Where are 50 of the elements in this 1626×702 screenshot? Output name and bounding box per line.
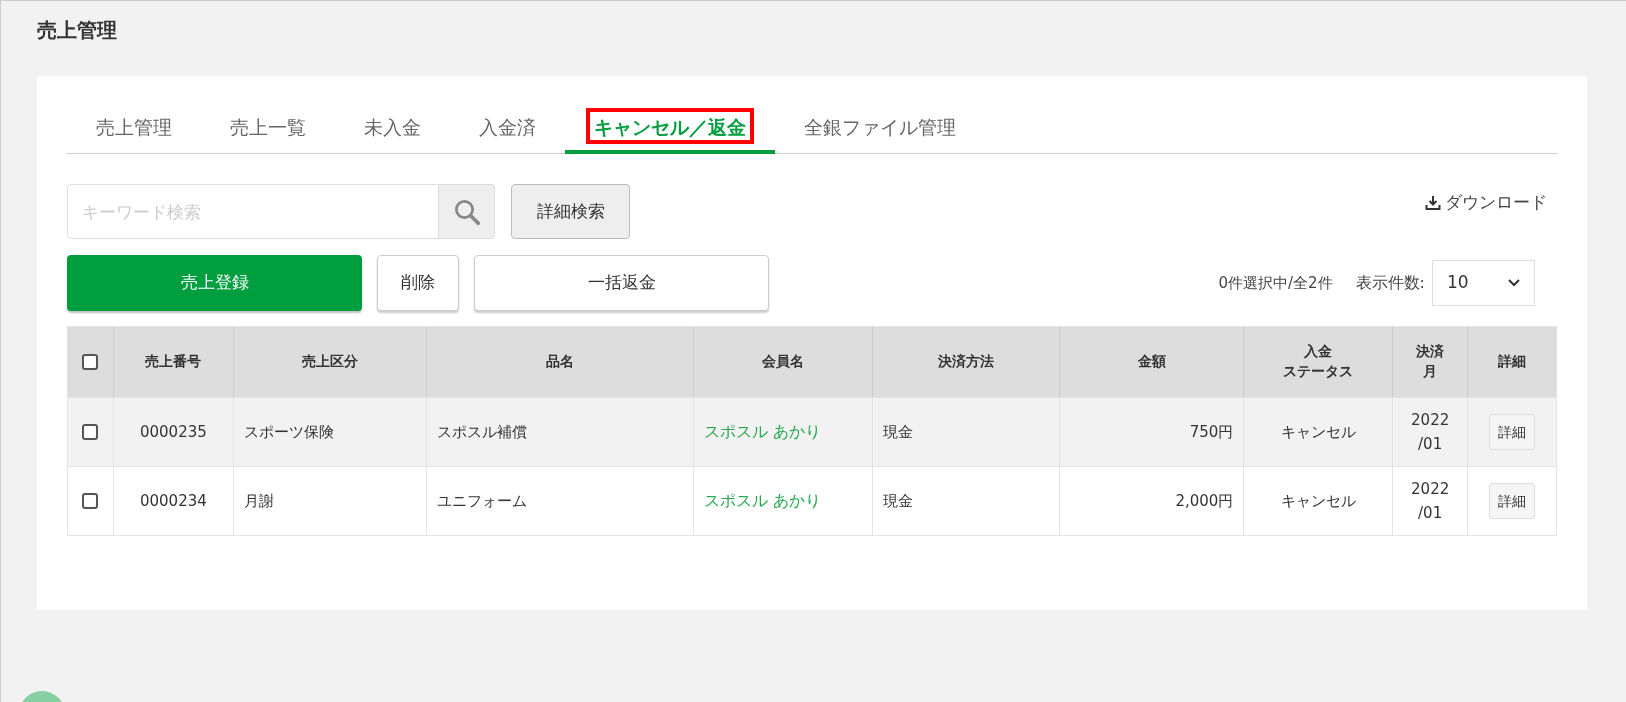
tab[interactable]: 売上一覧 — [201, 104, 335, 154]
tab[interactable]: 売上管理 — [67, 104, 201, 154]
detail-search-button[interactable]: 詳細検索 — [511, 184, 630, 239]
page-size-select[interactable]: 10 — [1432, 260, 1535, 306]
table-cell-text: 0000235 — [139, 421, 207, 443]
column-header: 金額 — [1137, 352, 1166, 372]
column-header: 詳細 — [1498, 352, 1527, 372]
table-cell-text: ユニフォーム — [436, 490, 527, 512]
page-title: 売上管理 — [37, 17, 117, 44]
column-header: ステータス — [1283, 362, 1354, 381]
search-icon[interactable] — [439, 184, 495, 239]
delete-button[interactable]: 削除 — [377, 255, 459, 311]
table-cell-text: 2022 /01 — [1411, 410, 1450, 455]
column-header: 入金 — [1304, 342, 1333, 362]
table-cell-text: キャンセル — [1280, 421, 1356, 443]
detail-button[interactable]: 詳細 — [1489, 414, 1536, 450]
checkbox[interactable] — [82, 493, 99, 509]
column-header: 売上区分 — [301, 352, 358, 372]
table-cell-text: 2,000円 — [1175, 490, 1234, 512]
table-cell-text: キャンセル — [1280, 490, 1356, 512]
member-link[interactable]: スポスル あかり — [704, 489, 822, 513]
page-size-label: 表示件数: — [1355, 272, 1425, 294]
download-label: ダウンロード — [1445, 190, 1547, 214]
column-header: 月 — [1423, 362, 1438, 381]
download-icon — [1425, 194, 1441, 211]
table-cell-text: 現金 — [882, 421, 913, 443]
tab[interactable]: キャンセル／返金 — [565, 104, 775, 154]
chevron-down-icon — [1508, 279, 1520, 287]
detail-button[interactable]: 詳細 — [1489, 483, 1536, 519]
table-cell-text: スポーツ保険 — [243, 421, 334, 443]
table-cell-text: 現金 — [882, 490, 913, 512]
table-cell-text: 月謝 — [243, 490, 274, 512]
tab[interactable]: 全銀ファイル管理 — [775, 104, 985, 154]
column-header: 売上番号 — [145, 352, 202, 372]
table-cell-text: スポスル補償 — [436, 421, 527, 443]
column-header: 決済方法 — [937, 352, 994, 372]
column-header: 決済 — [1416, 342, 1445, 362]
download-link[interactable]: ダウンロード — [1425, 189, 1547, 216]
tab[interactable]: 入金済 — [450, 104, 565, 154]
checkbox[interactable] — [82, 354, 99, 370]
column-header: 会員名 — [762, 352, 805, 372]
register-button[interactable]: 売上登録 — [67, 255, 362, 311]
selection-count: 0件選択中/全2件 — [1218, 272, 1333, 294]
table-cell-text: 0000234 — [139, 490, 207, 512]
bulk-refund-button[interactable]: 一括返金 — [474, 255, 769, 311]
table-cell-text: 2022 /01 — [1411, 479, 1450, 524]
tab[interactable]: 未入金 — [335, 104, 450, 154]
table-cell-text: 750円 — [1189, 421, 1234, 443]
checkbox[interactable] — [82, 424, 99, 440]
column-header: 品名 — [545, 352, 574, 372]
